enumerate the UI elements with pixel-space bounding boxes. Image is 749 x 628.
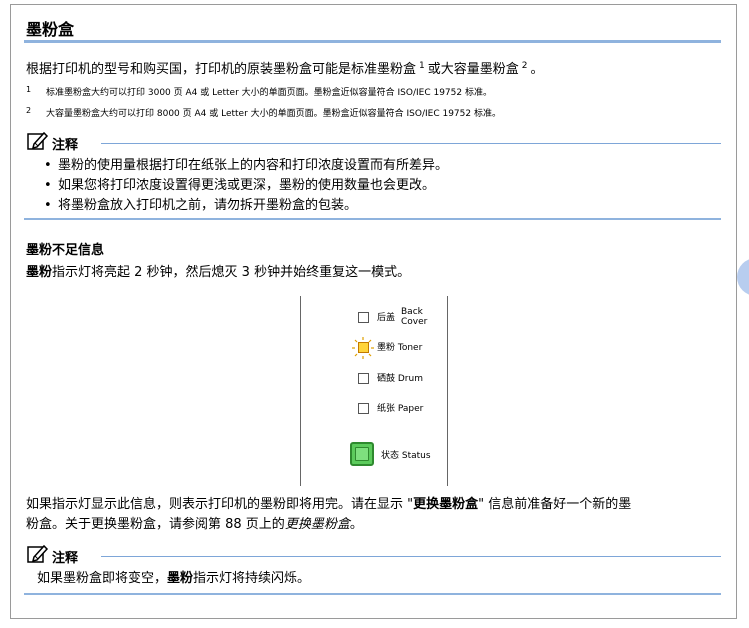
chapter-side-tab[interactable] <box>737 258 749 296</box>
paper-label: 纸张 Paper <box>377 404 424 414</box>
low-toner-description: 墨粉指示灯将亮起 2 秒钟，然后熄灭 3 秒钟并始终重复这一模式。 <box>26 263 410 283</box>
toner-led-name: 墨粉 <box>26 265 53 280</box>
toner-label: 墨粉 Toner <box>377 343 423 353</box>
note2-text-b: 指示灯将持续闪烁。 <box>193 571 311 586</box>
led-row-toner: 墨粉 Toner <box>301 336 447 360</box>
intro-text-1: 根据打印机的型号和购买国，打印机的原装墨粉盒可能是标准墨粉盒 <box>26 62 417 77</box>
replace-toner-paragraph: 如果指示灯显示此信息，则表示打印机的墨粉即将用完。请在显示 "更换墨粉盒" 信息… <box>26 495 631 535</box>
footnote-ref-1: 1 <box>419 61 425 71</box>
section-title: 墨粉盒 <box>26 20 75 39</box>
replace-line-1: 如果指示灯显示此信息，则表示打印机的墨粉即将用完。请在显示 "更换墨粉盒" 信息… <box>26 495 631 515</box>
intro-paragraph: 根据打印机的型号和购买国，打印机的原装墨粉盒可能是标准墨粉盒 1 或大容量墨粉盒 2。 <box>26 58 544 78</box>
note-pencil-icon <box>27 131 49 150</box>
led-panel-diagram: 后盖 Back Cover 墨粉 Toner 硒鼓 Drum 纸张 Paper … <box>300 296 448 486</box>
footnote-number: 2 <box>26 106 32 115</box>
footnote-text: 大容量墨粉盒大约可以打印 8000 页 A4 或 Letter 大小的单面页面。… <box>46 109 501 119</box>
note-header-rule <box>101 556 721 557</box>
back-cover-label-en-2: Cover <box>401 317 428 327</box>
footnote-2: 2 大容量墨粉盒大约可以打印 8000 页 A4 或 Letter 大小的单面页面… <box>26 105 501 120</box>
note-header-rule <box>101 143 721 144</box>
drum-label: 硒鼓 Drum <box>377 374 423 384</box>
footnote-1: 1 标准墨粉盒大约可以打印 3000 页 A4 或 Letter 大小的单面页面。… <box>26 84 492 99</box>
back-cover-led <box>358 312 369 323</box>
back-cover-label-cn: 后盖 <box>377 313 396 323</box>
status-led <box>350 442 374 466</box>
footnote-number: 1 <box>26 85 32 94</box>
note-end-rule <box>24 593 721 595</box>
note-label: 注释 <box>52 551 79 566</box>
note-label: 注释 <box>52 138 79 153</box>
replace-text-d: 。 <box>349 517 363 532</box>
intro-text-2: 或大容量墨粉盒 <box>427 62 519 77</box>
title-divider <box>24 40 721 43</box>
replace-text-a: 如果指示灯显示此信息，则表示打印机的墨粉即将用完。请在显示 " <box>26 497 414 512</box>
replace-text-c: 粉盒。关于更换墨粉盒，请参阅第 88 页上的 <box>26 517 285 532</box>
footnote-ref-2: 2 <box>521 61 528 71</box>
note-end-rule <box>24 218 721 220</box>
list-item: 将墨粉盒放入打印机之前，请勿拆开墨粉盒的包装。 <box>44 196 448 216</box>
low-toner-text: 指示灯将亮起 2 秒钟，然后熄灭 3 秒钟并始终重复这一模式。 <box>52 265 411 280</box>
paper-led <box>358 403 369 414</box>
intro-text-3: 。 <box>530 62 544 77</box>
replace-toner-message: 更换墨粉盒 <box>413 497 479 512</box>
led-row-back-cover: 后盖 Back Cover <box>301 306 447 330</box>
list-item: 墨粉的使用量根据打印在纸张上的内容和打印浓度设置而有所差异。 <box>44 156 448 176</box>
led-row-drum: 硒鼓 Drum <box>301 367 447 391</box>
back-cover-label-en-1: Back <box>401 307 423 317</box>
list-item: 如果您将打印浓度设置得更浅或更深，墨粉的使用数量也会更改。 <box>44 176 448 196</box>
subsection-title: 墨粉不足信息 <box>26 243 105 258</box>
note-bullet-list: 墨粉的使用量根据打印在纸张上的内容和打印浓度设置而有所差异。 如果您将打印浓度设… <box>44 156 448 216</box>
note2-text: 如果墨粉盒即将变空，墨粉指示灯将持续闪烁。 <box>37 569 310 589</box>
led-row-paper: 纸张 Paper <box>301 397 447 421</box>
note2-text-a: 如果墨粉盒即将变空， <box>37 571 168 586</box>
replace-line-2: 粉盒。关于更换墨粉盒，请参阅第 88 页上的更换墨粉盒。 <box>26 515 631 535</box>
note-pencil-icon <box>27 544 49 563</box>
note2-toner-led-name: 墨粉 <box>167 571 194 586</box>
footnote-text: 标准墨粉盒大约可以打印 3000 页 A4 或 Letter 大小的单面页面。墨… <box>46 88 492 98</box>
status-label: 状态 Status <box>381 451 431 461</box>
replace-toner-link[interactable]: 更换墨粉盒 <box>285 517 350 532</box>
replace-text-b: " 信息前准备好一个新的墨 <box>478 497 632 512</box>
toner-led <box>358 342 369 353</box>
drum-led <box>358 373 369 384</box>
